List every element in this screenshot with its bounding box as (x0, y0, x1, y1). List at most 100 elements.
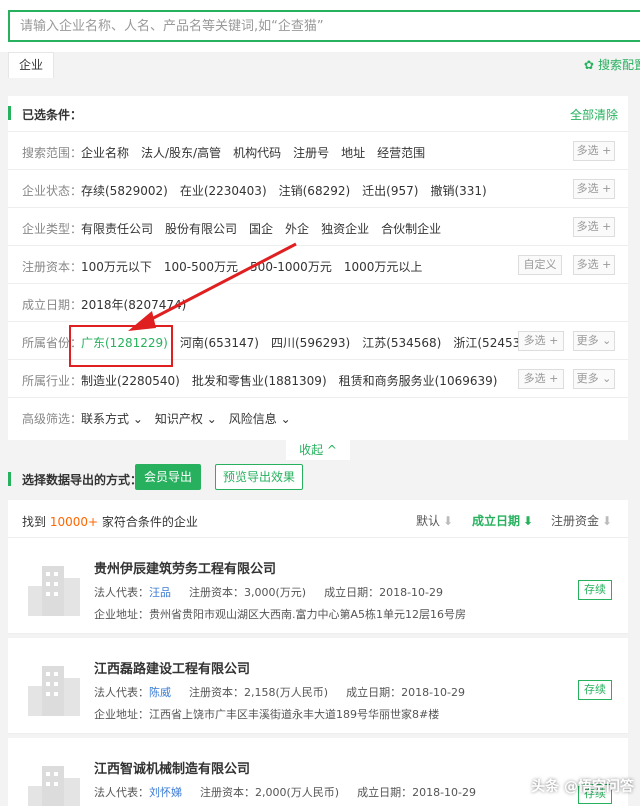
advanced-filter-dropdown[interactable]: 联系方式 ⌄ (81, 412, 143, 426)
company-card[interactable]: 江西磊路建设工程有限公司 法人代表：陈威 注册资本：2,158(万人民币) 成立日期… (8, 638, 628, 734)
filter-option[interactable]: 批发和零售业(1881309) (192, 374, 327, 388)
legal-label: 法人代表： (94, 786, 149, 799)
filter-option[interactable]: 100万元以下 (81, 260, 152, 274)
filter-row-search-scope: 搜索范围： 企业名称 法人/股东/高管 机构代码 注册号 地址 经营范围 多选 + (8, 132, 628, 170)
search-config-label: 搜索配置 (597, 58, 640, 72)
company-card[interactable]: 贵州伊辰建筑劳务工程有限公司 法人代表：汪品 注册资本：3,000(万元) 成立日期… (8, 538, 628, 634)
filter-option[interactable]: 注册号 (293, 146, 329, 160)
capital: 注册资本：3,000(万元) (189, 586, 307, 599)
filter-option[interactable]: 500-1000万元 (250, 260, 332, 274)
filter-option[interactable]: 国企 (249, 222, 273, 236)
filter-option[interactable]: 企业名称 (81, 146, 129, 160)
advanced-filter-dropdown[interactable]: 知识产权 ⌄ (155, 412, 217, 426)
filter-option[interactable]: 制造业(2280540) (81, 374, 180, 388)
company-address: 企业地址：贵州省贵阳市观山湖区大西南.富力中心第A5栋1单元12层16号房 (94, 608, 467, 621)
capital: 注册资本：2,158(万人民币) (189, 686, 329, 699)
filter-option[interactable]: 江苏(534568) (362, 336, 441, 350)
filter-option[interactable]: 股份有限公司 (165, 222, 237, 236)
multi-select-button[interactable]: 多选 + (573, 255, 615, 275)
custom-button[interactable]: 自定义 (518, 255, 562, 275)
filter-option[interactable]: 存续(5829002) (81, 184, 168, 198)
company-name[interactable]: 江西磊路建设工程有限公司 (94, 658, 250, 677)
filter-option[interactable]: 租赁和商务服务业(1069639) (339, 374, 498, 388)
filter-option[interactable]: 1000万元以上 (344, 260, 423, 274)
filter-option[interactable]: 独资企业 (321, 222, 369, 236)
sort-capital[interactable]: 注册资金 ⬇ (551, 512, 612, 529)
filter-options: 2018年(8207474) (81, 296, 198, 313)
filter-row-status: 企业状态： 存续(5829002) 在业(2230403) 注销(68292) 迁出(… (8, 170, 628, 208)
building-icon (28, 666, 80, 716)
sort-founded-date[interactable]: 成立日期 ⬇ (472, 512, 533, 529)
filter-option[interactable]: 四川(596293) (271, 336, 350, 350)
filter-option[interactable]: 迁出(957) (362, 184, 418, 198)
filter-label: 注册资本： (22, 260, 83, 274)
company-address: 企业地址：江西省上饶市广丰区丰溪街道永丰大道189号华丽世家8#楼 (94, 708, 440, 721)
filter-label: 企业类型： (22, 222, 83, 236)
preview-export-button[interactable]: 预览导出效果 (215, 464, 303, 490)
filter-row-advanced: 高级筛选： 联系方式 ⌄ 知识产权 ⌄ 风险信息 ⌄ (8, 398, 628, 436)
filter-option[interactable]: 有限责任公司 (81, 222, 153, 236)
filter-option[interactable]: 2018年(8207474) (81, 298, 186, 312)
filter-option[interactable]: 撤销(331) (430, 184, 486, 198)
legal-person-link[interactable]: 陈威 (149, 686, 171, 699)
collapse-button[interactable]: 收起 ^ (286, 440, 350, 460)
filter-options: 联系方式 ⌄ 知识产权 ⌄ 风险信息 ⌄ (81, 410, 303, 427)
filter-option[interactable]: 机构代码 (233, 146, 281, 160)
company-name[interactable]: 江西智诚机械制造有限公司 (94, 758, 250, 777)
filter-label: 所属省份： (22, 336, 83, 350)
advanced-filter-dropdown[interactable]: 风险信息 ⌄ (229, 412, 291, 426)
filter-options: 100万元以下 100-500万元 500-1000万元 1000万元以上 (81, 258, 434, 275)
filter-label: 所属行业： (22, 374, 83, 388)
gear-icon: ✿ (583, 58, 594, 72)
legal-label: 法人代表： (94, 586, 149, 599)
filter-option[interactable]: 法人/股东/高管 (141, 146, 221, 160)
sort-label: 默认 (416, 514, 441, 528)
legal-person-link[interactable]: 刘怀娣 (149, 786, 182, 799)
filter-options: 企业名称 法人/股东/高管 机构代码 注册号 地址 经营范围 (81, 144, 437, 161)
filter-options: 广东(1281229) 河南(653147) 四川(596293) 江苏(534568… (81, 334, 545, 351)
filter-option[interactable]: 在业(2230403) (180, 184, 267, 198)
section-marker (8, 106, 11, 120)
filter-option[interactable]: 外企 (285, 222, 309, 236)
filter-option[interactable]: 河南(653147) (180, 336, 259, 350)
tab-company[interactable]: 企业 (8, 52, 54, 78)
legal-label: 法人代表： (94, 686, 149, 699)
multi-select-button[interactable]: 多选 + (518, 331, 564, 351)
capital: 注册资本：2,000(万人民币) (200, 786, 340, 799)
filter-label: 高级筛选： (22, 412, 83, 426)
sort-default[interactable]: 默认 ⬇ (416, 512, 453, 529)
search-config-link[interactable]: ✿ 搜索配置 (584, 56, 640, 73)
filter-option[interactable]: 注销(68292) (279, 184, 351, 198)
filter-row-founded: 成立日期： 2018年(8207474) (8, 284, 628, 322)
filter-label: 企业状态： (22, 184, 83, 198)
selected-conditions-row: 已选条件： 全部清除 (8, 96, 628, 132)
result-suffix: 家符合条件的企业 (101, 515, 198, 529)
legal-person-link[interactable]: 汪品 (149, 586, 171, 599)
filter-label: 搜索范围： (22, 146, 83, 160)
result-prefix: 找到 (22, 515, 47, 529)
multi-select-button[interactable]: 多选 + (573, 217, 615, 237)
clear-all-button[interactable]: 全部清除 (570, 106, 618, 123)
multi-select-button[interactable]: 多选 + (573, 141, 615, 161)
search-input[interactable] (8, 10, 640, 42)
member-export-button[interactable]: 会员导出 (135, 464, 201, 490)
filter-panel: 已选条件： 全部清除 搜索范围： 企业名称 法人/股东/高管 机构代码 注册号 地址 经营… (8, 96, 628, 440)
more-button[interactable]: 更多 ⌄ (573, 331, 615, 351)
filter-option-guangdong[interactable]: 广东(1281229) (81, 336, 168, 350)
company-meta: 法人代表：汪品 注册资本：3,000(万元) 成立日期：2018-10-29 (94, 584, 443, 600)
company-name[interactable]: 贵州伊辰建筑劳务工程有限公司 (94, 558, 276, 577)
multi-select-button[interactable]: 多选 + (573, 179, 615, 199)
filter-options: 有限责任公司 股份有限公司 国企 外企 独资企业 合伙制企业 (81, 220, 453, 237)
multi-select-button[interactable]: 多选 + (518, 369, 564, 389)
arrow-down-icon: ⬇ (443, 514, 454, 528)
company-list: 贵州伊辰建筑劳务工程有限公司 法人代表：汪品 注册资本：3,000(万元) 成立日期… (8, 538, 628, 806)
filter-option[interactable]: 100-500万元 (164, 260, 238, 274)
building-icon (28, 766, 80, 806)
filter-option[interactable]: 经营范围 (377, 146, 425, 160)
more-button[interactable]: 更多 ⌄ (573, 369, 615, 389)
filter-option[interactable]: 地址 (341, 146, 365, 160)
company-meta: 法人代表：刘怀娣 注册资本：2,000(万人民币) 成立日期：2018-10-29 (94, 784, 476, 800)
founded-date: 成立日期：2018-10-29 (346, 686, 466, 699)
arrow-down-icon: ⬇ (523, 514, 534, 528)
filter-option[interactable]: 合伙制企业 (381, 222, 441, 236)
